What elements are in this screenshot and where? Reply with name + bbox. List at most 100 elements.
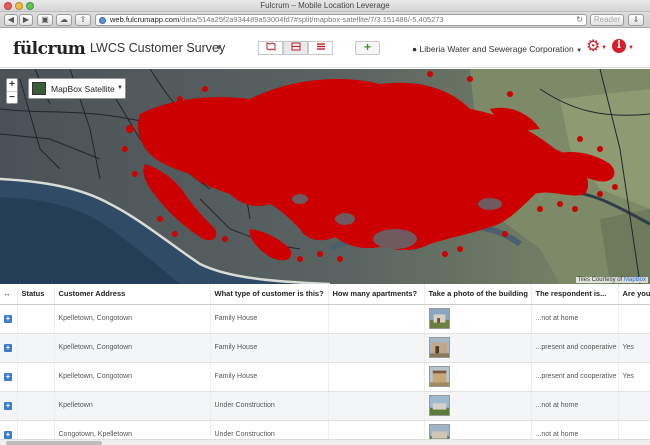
- horizontal-scrollbar[interactable]: [0, 439, 650, 445]
- apartments-cell: [328, 391, 425, 421]
- list-icon: [316, 43, 325, 50]
- url-path: /data/514a25f2a934489a53004fd7#split/map…: [179, 15, 444, 24]
- photo-cell: [424, 333, 532, 363]
- column-header[interactable]: Are you: [618, 284, 650, 305]
- column-header[interactable]: Customer Address: [54, 284, 211, 305]
- column-header[interactable]: The respondent is...: [531, 284, 619, 305]
- expand-row-icon[interactable]: +: [4, 430, 12, 439]
- maximize-window-button[interactable]: [26, 2, 34, 10]
- attribution-text: Tiles Courtesy of: [577, 277, 624, 283]
- address-cell: Kpelletown: [54, 391, 211, 421]
- globe-icon: [99, 17, 106, 24]
- respondent-cell: ...present and cooperative: [531, 333, 619, 363]
- browser-toolbar: ◀ ▶ ▣ ☁ ⇧ web.fulcrumapp.com/data/514a25…: [0, 12, 650, 28]
- building-photo[interactable]: [428, 395, 450, 416]
- customer-type-cell: Under Construction: [210, 391, 329, 421]
- expand-row-icon[interactable]: +: [4, 314, 12, 323]
- column-header[interactable]: What type of customer is this?: [210, 284, 329, 305]
- photo-cell: [424, 391, 532, 421]
- column-header[interactable]: How many apartments?: [328, 284, 425, 305]
- close-window-button[interactable]: [4, 2, 12, 10]
- fulcrum-logo[interactable]: fülcrum: [13, 39, 86, 59]
- chevron-down-icon[interactable]: ▼: [628, 45, 634, 51]
- are-you-cell: [618, 391, 650, 421]
- are-you-cell: Yes: [618, 333, 650, 363]
- mapbox-link[interactable]: MapBox: [624, 277, 646, 283]
- apartments-cell: [328, 333, 425, 363]
- app-header: fülcrum LWCS Customer Survey ▼ + ● Liber…: [0, 29, 650, 68]
- status-cell: [17, 362, 55, 392]
- photo-cell: [424, 362, 532, 392]
- info-icon[interactable]: i: [612, 39, 626, 53]
- satellite-map[interactable]: [0, 69, 650, 284]
- downloads-icon[interactable]: ⇓: [628, 14, 644, 26]
- status-cell: [17, 304, 55, 334]
- zoom-control: + −: [6, 78, 18, 104]
- table-row[interactable]: + Kpelletown, Congotown Family House ...…: [0, 333, 650, 363]
- customer-type-cell: Family House: [210, 362, 329, 392]
- column-header[interactable]: Take a photo of the building: [424, 284, 532, 305]
- share-icon[interactable]: ⇧: [75, 14, 91, 26]
- icloud-tabs-icon[interactable]: ☁: [56, 14, 72, 26]
- scrollbar-thumb[interactable]: [6, 441, 102, 445]
- address-cell: Kpelletown, Congotown: [54, 333, 211, 363]
- are-you-cell: Yes: [618, 362, 650, 392]
- status-cell: [17, 391, 55, 421]
- zoom-in-button[interactable]: +: [7, 79, 17, 91]
- are-you-cell: [618, 304, 650, 334]
- user-icon: ●: [412, 44, 418, 54]
- layer-name: MapBox Satellite: [51, 84, 115, 94]
- address-bar[interactable]: web.fulcrumapp.com/data/514a25f2a934489a…: [95, 14, 587, 26]
- map-view[interactable]: + − MapBox Satellite ▼ Tiles Courtesy of…: [0, 69, 650, 284]
- url-host: web.fulcrumapp.com: [110, 15, 180, 24]
- layer-selector[interactable]: MapBox Satellite ▼: [28, 78, 126, 99]
- chevron-down-icon: ▼: [117, 85, 123, 91]
- column-header[interactable]: Status: [17, 284, 55, 305]
- browser-title-bar: Fulcrum – Mobile Location Leverage: [0, 0, 650, 12]
- zoom-out-button[interactable]: −: [7, 91, 17, 103]
- add-record-button[interactable]: +: [355, 41, 380, 55]
- resize-column-icon[interactable]: ↔: [0, 284, 18, 305]
- photo-cell: [424, 304, 532, 334]
- reload-icon[interactable]: ↻: [576, 15, 583, 25]
- map-view-button[interactable]: [258, 41, 283, 55]
- chevron-down-icon[interactable]: ▼: [215, 43, 223, 52]
- address-cell: Kpelletown, Congotown: [54, 362, 211, 392]
- customer-type-cell: Family House: [210, 333, 329, 363]
- records-table: ↔ Status Customer Address What type of c…: [0, 284, 650, 445]
- building-photo[interactable]: [428, 308, 450, 329]
- split-view-button[interactable]: [283, 41, 308, 55]
- expand-row-icon[interactable]: +: [4, 401, 12, 410]
- view-mode-group: [258, 41, 333, 55]
- gear-icon[interactable]: ⚙: [586, 39, 600, 55]
- back-button[interactable]: ◀: [4, 14, 18, 26]
- table-view-button[interactable]: [308, 41, 333, 55]
- address-cell: Kpelletown, Congotown: [54, 304, 211, 334]
- layer-thumbnail: [32, 82, 46, 95]
- book-icon: [266, 42, 275, 51]
- building-photo[interactable]: [428, 337, 450, 358]
- organization-name: Liberia Water and Sewerage Corporation: [419, 44, 574, 54]
- window-title: Fulcrum – Mobile Location Leverage: [260, 1, 390, 10]
- expand-row-icon[interactable]: +: [4, 372, 12, 381]
- status-cell: [17, 333, 55, 363]
- respondent-cell: ...not at home: [531, 391, 619, 421]
- building-photo[interactable]: [428, 366, 450, 387]
- respondent-cell: ...not at home: [531, 304, 619, 334]
- reader-list-icon[interactable]: ▣: [37, 14, 53, 26]
- expand-row-icon[interactable]: +: [4, 343, 12, 352]
- apartments-cell: [328, 362, 425, 392]
- chevron-down-icon[interactable]: ▼: [601, 45, 607, 51]
- chevron-down-icon: ▼: [576, 48, 583, 54]
- reader-button[interactable]: Reader: [590, 14, 624, 26]
- forward-button[interactable]: ▶: [19, 14, 33, 26]
- customer-type-cell: Family House: [210, 304, 329, 334]
- table-row[interactable]: + Kpelletown, Congotown Family House ...…: [0, 304, 650, 334]
- organization-menu[interactable]: ● Liberia Water and Sewerage Corporation…: [412, 44, 582, 54]
- table-header: ↔ Status Customer Address What type of c…: [0, 284, 650, 305]
- survey-title[interactable]: LWCS Customer Survey: [90, 41, 225, 55]
- table-row[interactable]: + Kpelletown Under Construction ...not a…: [0, 391, 650, 421]
- minimize-window-button[interactable]: [15, 2, 23, 10]
- table-row[interactable]: + Kpelletown, Congotown Family House ...…: [0, 362, 650, 392]
- apartments-cell: [328, 304, 425, 334]
